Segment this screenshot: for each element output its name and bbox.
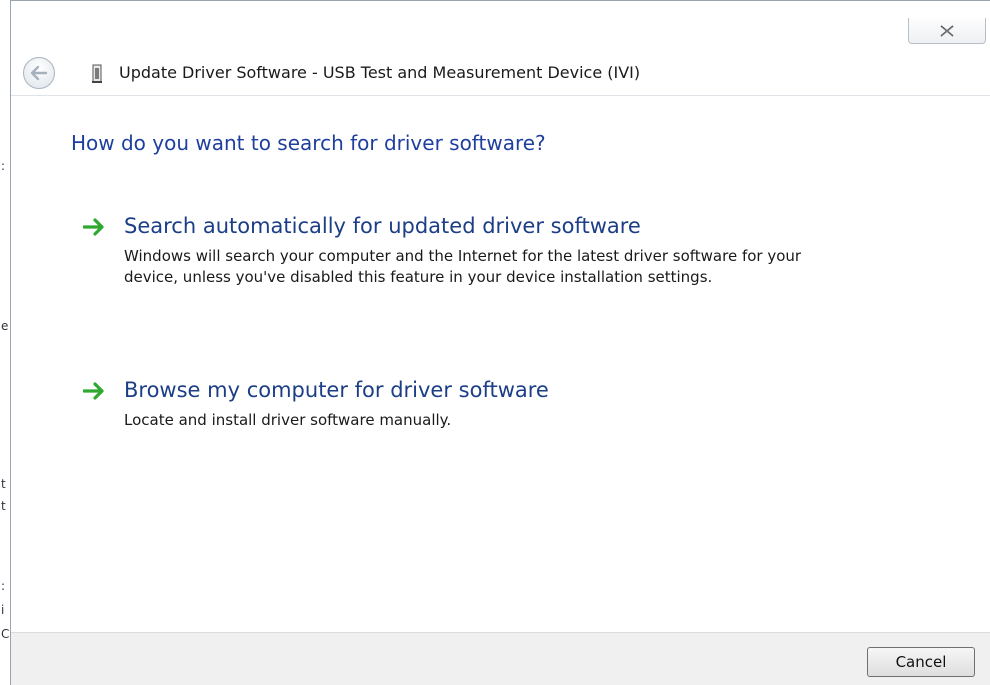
option-title: Browse my computer for driver software [124, 378, 549, 402]
dialog-footer: Cancel [11, 632, 990, 685]
option-description: Locate and install driver software manua… [124, 411, 452, 429]
back-arrow-icon [30, 65, 48, 81]
option-description: Windows will search your computer and th… [124, 247, 802, 286]
window-title: Update Driver Software - USB Test and Me… [119, 63, 641, 82]
page-heading: How do you want to search for driver sof… [71, 131, 546, 155]
search-automatically-option[interactable]: Search automatically for updated driver … [83, 214, 843, 314]
browse-computer-option[interactable]: Browse my computer for driver software L… [83, 378, 843, 434]
close-icon [940, 24, 954, 37]
background-window-edge: : e t t : i C [0, 0, 10, 685]
option-title: Search automatically for updated driver … [124, 214, 641, 238]
title-divider [11, 95, 990, 96]
screen: : e t t : i C Update Driver Software - U… [0, 0, 990, 685]
back-button[interactable] [23, 57, 55, 89]
usb-device-icon [92, 64, 102, 83]
update-driver-dialog: Update Driver Software - USB Test and Me… [10, 0, 990, 685]
title-bar: Update Driver Software - USB Test and Me… [11, 53, 990, 95]
green-arrow-icon [83, 382, 104, 400]
cancel-button[interactable]: Cancel [867, 647, 975, 677]
green-arrow-icon [83, 218, 104, 236]
close-button[interactable] [908, 18, 986, 44]
